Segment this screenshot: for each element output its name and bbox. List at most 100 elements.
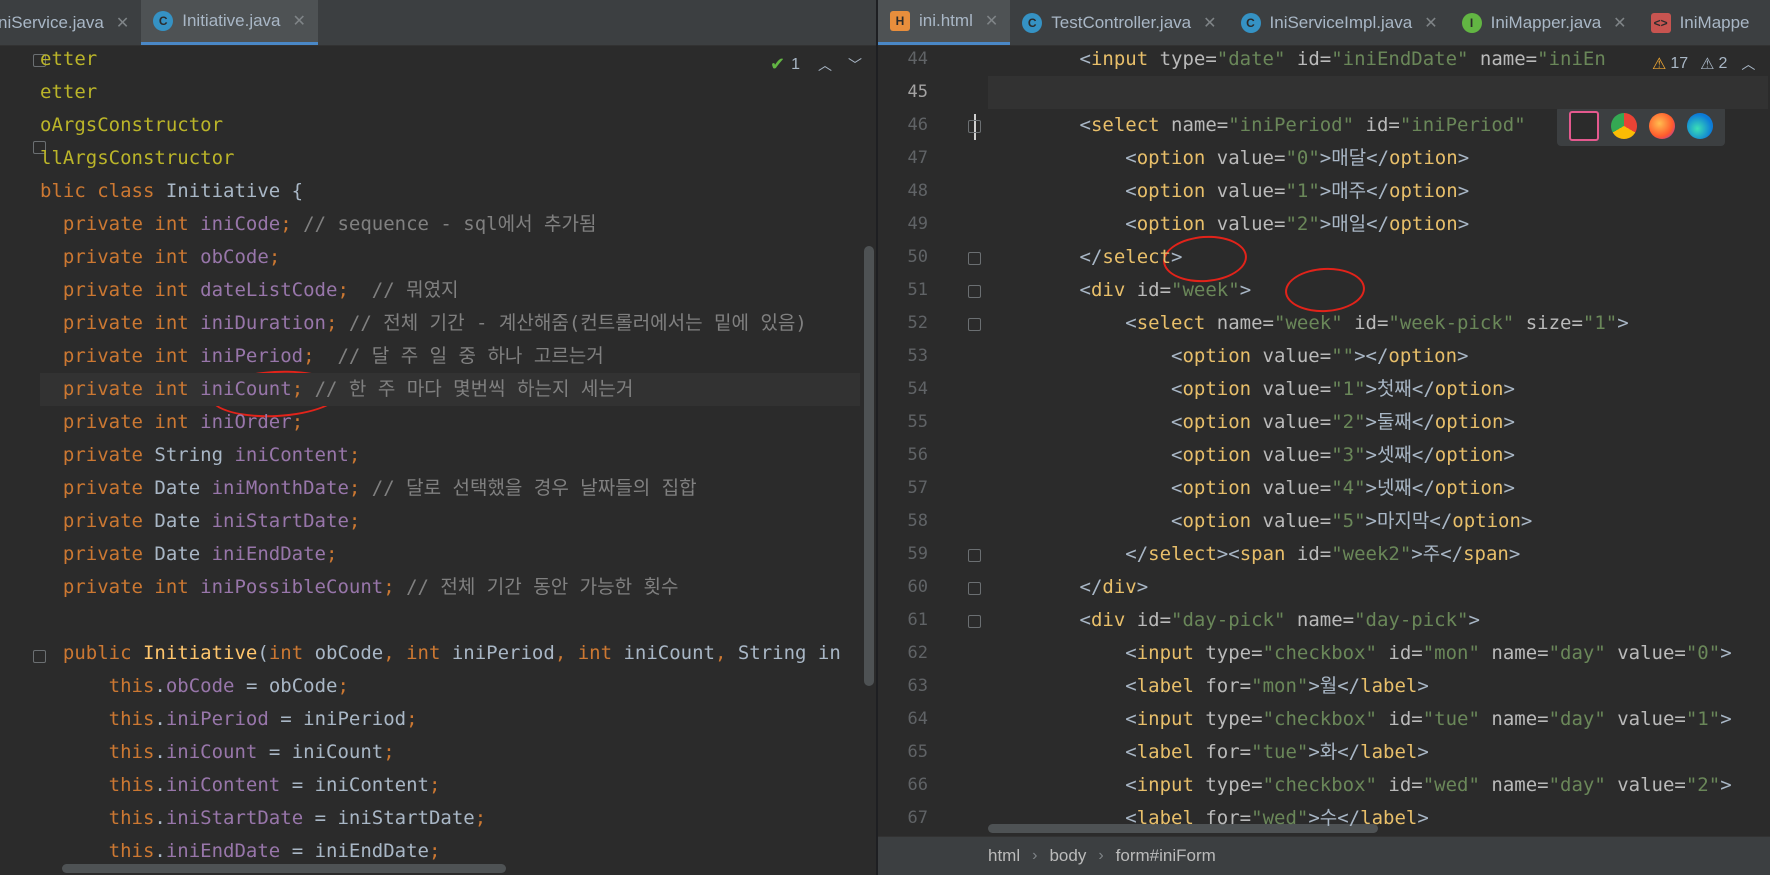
code-line: private int dateListCode; // 뭐였지 bbox=[40, 274, 860, 307]
code-token: label bbox=[1360, 807, 1418, 829]
code-token: >주</ bbox=[1411, 543, 1464, 565]
code-token: id= bbox=[1296, 48, 1332, 70]
breadcrumb-item[interactable]: form#iniForm bbox=[1116, 846, 1216, 866]
tab-label: IniServiceImpl.java bbox=[1269, 12, 1413, 32]
java-code-editor[interactable]: ✔ 1 ︿ ﹀ etter etter oArgsConstructor llArgs… bbox=[0, 46, 876, 875]
code-token: option bbox=[1182, 510, 1263, 532]
tab-niservice[interactable]: niService.java ✕ bbox=[0, 0, 141, 45]
code-token: option bbox=[1389, 147, 1458, 169]
line-number: 60 bbox=[907, 577, 928, 597]
tab-initiative[interactable]: C Initiative.java ✕ bbox=[141, 0, 318, 45]
fold-marker-icon[interactable] bbox=[968, 549, 981, 562]
code-token: option bbox=[1136, 213, 1217, 235]
fold-marker-icon[interactable] bbox=[968, 120, 981, 133]
code-token: private bbox=[62, 510, 155, 532]
code-token: // 뭐였지 bbox=[371, 279, 459, 301]
code-line: oArgsConstructor bbox=[40, 109, 860, 142]
code-token: id= bbox=[1296, 543, 1332, 565]
close-icon[interactable]: ✕ bbox=[1613, 13, 1626, 33]
code-line: this.obCode = obCode; bbox=[40, 670, 860, 703]
fold-marker-icon[interactable] bbox=[968, 285, 981, 298]
code-token: obCode bbox=[314, 642, 384, 664]
code-token: blic class bbox=[40, 180, 166, 202]
fold-marker-icon[interactable] bbox=[968, 252, 981, 265]
code-token: > bbox=[1239, 279, 1252, 301]
breadcrumb-item[interactable]: html bbox=[988, 846, 1020, 866]
close-icon[interactable]: ✕ bbox=[116, 13, 129, 33]
code-token: iniPeriod bbox=[200, 345, 304, 367]
code-token: String in bbox=[737, 642, 841, 664]
code-token: ( bbox=[257, 642, 269, 664]
code-token: ; bbox=[428, 774, 441, 796]
tab-ini-html[interactable]: H ini.html ✕ bbox=[878, 0, 1011, 45]
code-token: </ bbox=[988, 543, 1149, 565]
code-line: <select name="iniPeriod" id="iniPeriod" bbox=[988, 109, 1768, 142]
code-line: private Date iniMonthDate; // 달로 선택했을 경우… bbox=[40, 472, 860, 505]
code-token: etter bbox=[40, 81, 98, 103]
code-token: < bbox=[988, 741, 1137, 763]
code-token: > bbox=[1468, 609, 1480, 631]
code-token: "wed" bbox=[1422, 774, 1492, 796]
code-token: = obCode bbox=[234, 675, 338, 697]
code-token: id= bbox=[1365, 114, 1400, 136]
close-icon[interactable]: ✕ bbox=[1203, 13, 1216, 33]
code-token: this bbox=[108, 741, 155, 763]
tab-inimapper-xml[interactable]: <> IniMappe bbox=[1639, 0, 1762, 45]
code-token: name= bbox=[1479, 48, 1538, 70]
code-line: private Date iniStartDate; bbox=[40, 505, 860, 538]
code-token: private int bbox=[62, 279, 201, 301]
code-token: name= bbox=[1491, 642, 1549, 664]
close-icon[interactable]: ✕ bbox=[293, 11, 306, 31]
code-token: "mon" bbox=[1422, 642, 1492, 664]
code-token: option bbox=[1434, 444, 1504, 466]
code-token: // 전체 기간 동안 가능한 횟수 bbox=[406, 576, 679, 598]
code-line: private int iniPossibleCount; // 전체 기간 동… bbox=[40, 571, 860, 604]
code-token: for= bbox=[1205, 807, 1252, 829]
code-token: // sequence - sql에서 추가됨 bbox=[303, 213, 597, 235]
close-icon[interactable]: ✕ bbox=[985, 11, 998, 31]
code-token: value= bbox=[1262, 378, 1332, 400]
tab-iniserviceimpl[interactable]: C IniServiceImpl.java ✕ bbox=[1229, 0, 1450, 45]
code-token: < bbox=[988, 345, 1183, 367]
code-token: option bbox=[1388, 345, 1458, 367]
code-token: "tue" bbox=[1251, 741, 1309, 763]
code-token: "2" bbox=[1685, 774, 1721, 796]
tab-testcontroller[interactable]: C TestController.java ✕ bbox=[1010, 0, 1228, 45]
tab-inimapper[interactable]: I IniMapper.java ✕ bbox=[1450, 0, 1639, 45]
code-token: private int bbox=[62, 246, 201, 268]
code-line: public Initiative(int obCode, int iniPer… bbox=[40, 637, 860, 670]
vertical-scrollbar[interactable] bbox=[864, 246, 874, 686]
code-line: <option value="1">첫째</option> bbox=[988, 373, 1768, 406]
code-token: ; bbox=[383, 741, 395, 763]
code-token: value= bbox=[1262, 444, 1332, 466]
html-code-editor[interactable]: ⚠ 17 ⚠ 2 ︿ 44 <input type="date" id="ini… bbox=[878, 46, 1770, 875]
breadcrumb-item[interactable]: body bbox=[1049, 846, 1086, 866]
fold-marker-icon[interactable] bbox=[968, 318, 981, 331]
code-token: > bbox=[1720, 708, 1732, 730]
fold-marker-icon[interactable] bbox=[968, 615, 981, 628]
code-token: iniMonthDate bbox=[211, 477, 349, 499]
code-token: iniStartDate bbox=[211, 510, 349, 532]
code-token: < bbox=[988, 411, 1183, 433]
line-number: 44 bbox=[907, 49, 928, 69]
code-line: <option value="1">매주</option> bbox=[988, 175, 1768, 208]
code-token: value= bbox=[1216, 147, 1286, 169]
code-token: label bbox=[1136, 675, 1206, 697]
code-token: ; bbox=[406, 708, 418, 730]
close-icon[interactable]: ✕ bbox=[1424, 13, 1437, 33]
code-token: >첫째</ bbox=[1365, 378, 1435, 400]
code-line: private int iniCount; // 한 주 마다 몇번씩 하는지 … bbox=[40, 373, 860, 406]
code-token: ></ bbox=[1354, 345, 1389, 367]
code-line: this.iniEndDate = iniEndDate; bbox=[40, 835, 860, 868]
code-token: "1" bbox=[1331, 378, 1366, 400]
code-token: >매일</ bbox=[1319, 213, 1390, 235]
code-token: option bbox=[1182, 477, 1263, 499]
fold-marker-icon[interactable] bbox=[968, 582, 981, 595]
code-token: "0" bbox=[1685, 642, 1721, 664]
code-line bbox=[988, 76, 1768, 109]
code-token: > bbox=[1417, 675, 1429, 697]
